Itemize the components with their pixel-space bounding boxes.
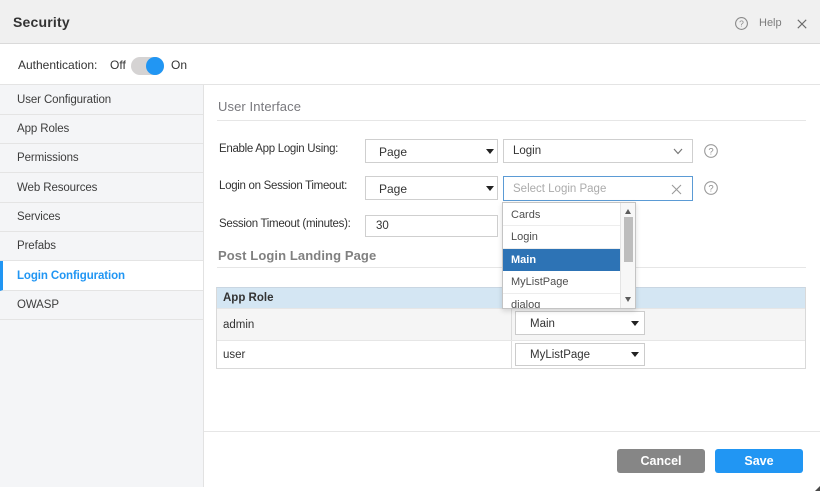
svg-text:?: ? [708, 146, 713, 157]
svg-text:?: ? [708, 183, 713, 194]
svg-text:?: ? [739, 18, 744, 28]
